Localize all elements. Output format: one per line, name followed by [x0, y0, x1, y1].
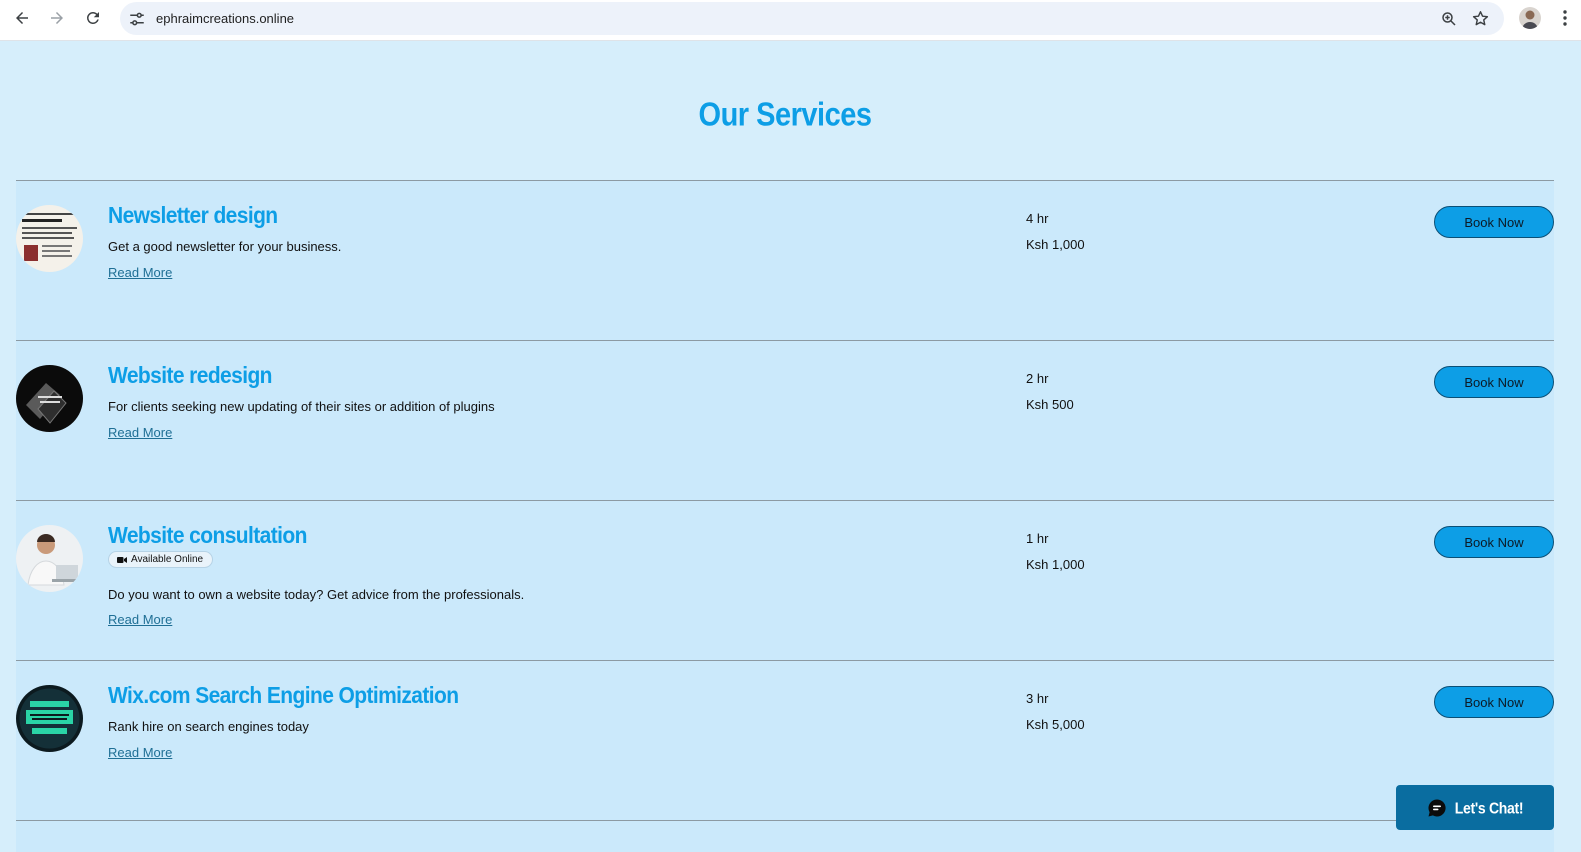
- page-title: Our Services: [698, 96, 872, 134]
- service-price: Ksh 500: [1026, 397, 1074, 412]
- service-price: Ksh 5,000: [1026, 717, 1085, 732]
- service-name[interactable]: Wix.com Search Engine Optimization: [108, 683, 459, 710]
- service-duration: 1 hr: [1026, 531, 1049, 546]
- service-description: Do you want to own a website today? Get …: [108, 587, 525, 602]
- service-row: Website consultation Available Online Do…: [16, 500, 1554, 660]
- service-price: Ksh 1,000: [1026, 237, 1085, 252]
- service-name[interactable]: Newsletter design: [108, 203, 278, 230]
- chat-label: Let's Chat!: [1454, 798, 1524, 817]
- avatar[interactable]: [1519, 7, 1541, 29]
- chat-button[interactable]: Let's Chat!: [1396, 785, 1554, 830]
- read-more-link[interactable]: Read More: [108, 745, 172, 760]
- tune-icon[interactable]: [128, 10, 146, 28]
- book-now-button[interactable]: Book Now: [1434, 526, 1554, 558]
- badge-label: Available Online: [131, 554, 204, 565]
- service-duration: 4 hr: [1026, 211, 1049, 226]
- service-duration: 2 hr: [1026, 371, 1049, 386]
- url-text[interactable]: ephraimcreations.online: [156, 11, 294, 26]
- service-thumbnail-newsletter[interactable]: [16, 205, 83, 272]
- address-bar[interactable]: ephraimcreations.online: [120, 2, 1504, 35]
- service-row: Wix.com Search Engine Optimization Rank …: [16, 660, 1554, 820]
- service-thumbnail-seo[interactable]: [16, 685, 83, 752]
- book-now-button[interactable]: Book Now: [1434, 686, 1554, 718]
- reload-icon: [86, 11, 99, 24]
- kebab-menu-icon[interactable]: [1559, 8, 1571, 28]
- reload-button[interactable]: [81, 6, 105, 30]
- read-more-link[interactable]: Read More: [108, 425, 172, 440]
- read-more-link[interactable]: Read More: [108, 612, 172, 627]
- back-button[interactable]: [10, 6, 34, 30]
- service-row: Website redesign For clients seeking new…: [16, 340, 1554, 500]
- arrow-right-icon: [51, 12, 63, 24]
- service-thumbnail-redesign[interactable]: [16, 365, 83, 432]
- zoom-icon[interactable]: [1440, 10, 1458, 28]
- forward-button[interactable]: [45, 6, 69, 30]
- service-name[interactable]: Website redesign: [108, 363, 273, 390]
- video-camera-icon: [117, 556, 127, 563]
- chat-bubble-icon: [1428, 798, 1446, 816]
- page-content: Our Services Newsletter design Get a goo…: [0, 42, 1581, 852]
- book-now-button[interactable]: Book Now: [1434, 366, 1554, 398]
- service-description: For clients seeking new updating of thei…: [108, 399, 495, 414]
- read-more-link[interactable]: Read More: [108, 265, 172, 280]
- service-description: Rank hire on search engines today: [108, 719, 309, 734]
- service-price: Ksh 1,000: [1026, 557, 1085, 572]
- service-name[interactable]: Website consultation: [108, 523, 307, 550]
- browser-toolbar: ephraimcreations.online: [0, 0, 1581, 41]
- book-now-button[interactable]: Book Now: [1434, 206, 1554, 238]
- service-row: Newsletter design Get a good newsletter …: [16, 180, 1554, 340]
- arrow-left-icon: [16, 12, 28, 24]
- service-duration: 3 hr: [1026, 691, 1049, 706]
- star-icon[interactable]: [1471, 9, 1490, 28]
- service-description: Get a good newsletter for your business.: [108, 239, 342, 254]
- service-thumbnail-consultation[interactable]: [16, 525, 83, 592]
- services-list: Newsletter design Get a good newsletter …: [16, 180, 1554, 852]
- service-row-partial: [16, 820, 1554, 852]
- available-online-badge: Available Online: [108, 551, 214, 568]
